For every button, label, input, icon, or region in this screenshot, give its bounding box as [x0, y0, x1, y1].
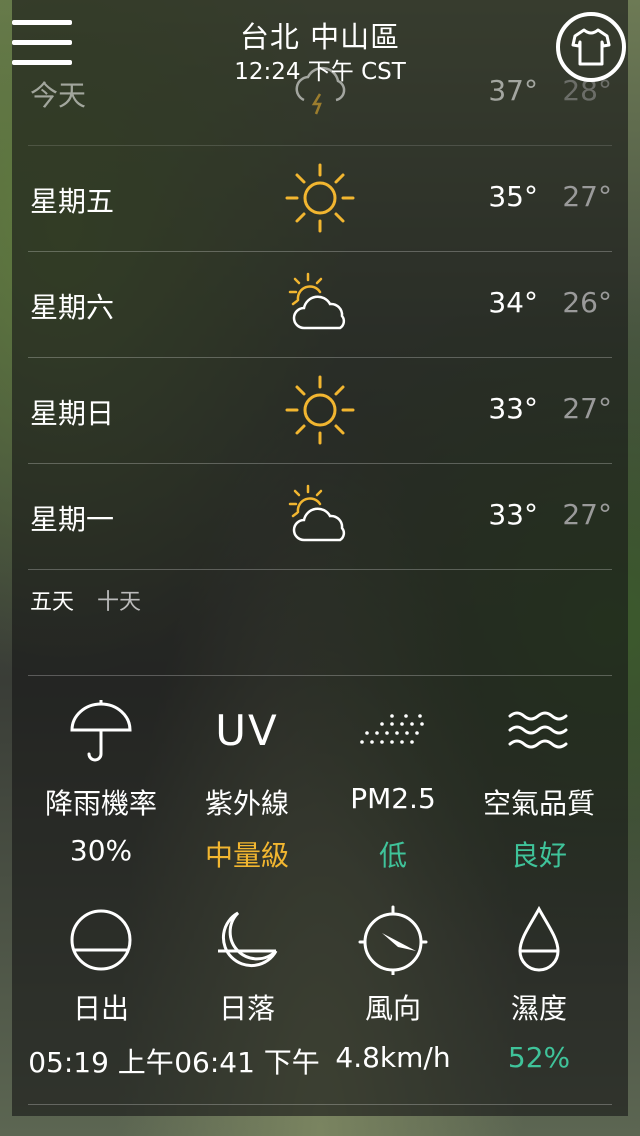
sun-icon: [285, 163, 355, 233]
row-divider: [28, 569, 612, 570]
forecast-high: 33°: [488, 498, 538, 531]
compass-icon: [358, 905, 428, 975]
sunset-value: 06:41 下午: [174, 1046, 320, 1079]
sun-icon: [285, 375, 355, 445]
rain-chance-value: 30%: [69, 834, 133, 867]
forecast-row-sat[interactable]: 星期六 34° 26°: [28, 252, 612, 358]
umbrella-icon: [70, 700, 132, 762]
local-time: 12:24 下午 CST: [234, 59, 406, 85]
location-title[interactable]: 台北 中山區: [0, 14, 640, 56]
forecast-row-sun[interactable]: 星期日 33° 27°: [28, 358, 612, 464]
drop-icon: [518, 905, 560, 972]
shirt-icon[interactable]: [556, 12, 626, 82]
details-divider-bottom: [28, 1104, 612, 1105]
forecast-high: 35°: [488, 180, 538, 213]
details-divider-top: [28, 675, 612, 676]
forecast-row-fri[interactable]: 星期五 35° 27°: [28, 146, 612, 252]
pm25-value: 低: [378, 839, 407, 872]
ten-day-toggle[interactable]: 十天: [97, 584, 141, 616]
pm25-icon: [360, 714, 424, 744]
humidity-value: 52%: [507, 1041, 571, 1074]
sunrise-value: 05:19 上午: [28, 1046, 174, 1079]
pm25-label: PM2.5: [350, 782, 436, 815]
sunset-label: 日落: [218, 992, 275, 1025]
rain-chance-label: 降雨機率: [44, 787, 157, 820]
forecast-low: 27°: [562, 180, 612, 213]
forecast-low: 27°: [562, 498, 612, 531]
uv-icon: UV: [215, 706, 279, 755]
app-header: 台北 中山區 12:24 下午 CST: [0, 0, 640, 90]
air-waves-icon: [508, 711, 568, 749]
forecast-high: 33°: [488, 392, 538, 425]
forecast-low: 26°: [562, 286, 612, 319]
air-quality-value: 良好: [510, 839, 567, 872]
uv-value: 中量級: [204, 839, 289, 872]
five-day-toggle[interactable]: 五天: [30, 584, 74, 616]
wind-label: 風向: [364, 992, 421, 1025]
forecast-row-mon[interactable]: 星期一 33° 27°: [28, 464, 612, 570]
forecast-day: 星期日: [30, 397, 115, 430]
forecast-day: 星期五: [30, 185, 115, 218]
uv-label: 紫外線: [204, 787, 289, 820]
humidity-label: 濕度: [510, 992, 567, 1025]
forecast-day: 星期一: [30, 503, 115, 536]
sunrise-icon: [70, 909, 132, 971]
wind-value: 4.8km/h: [335, 1041, 451, 1074]
sunrise-label: 日出: [72, 992, 129, 1025]
forecast-day: 星期六: [30, 291, 115, 324]
moon-icon: [218, 911, 278, 968]
air-quality-label: 空氣品質: [482, 787, 595, 820]
forecast-low: 27°: [562, 392, 612, 425]
forecast-high: 34°: [488, 286, 538, 319]
partly-cloudy-icon: [288, 272, 346, 330]
partly-cloudy-icon: [288, 484, 346, 542]
